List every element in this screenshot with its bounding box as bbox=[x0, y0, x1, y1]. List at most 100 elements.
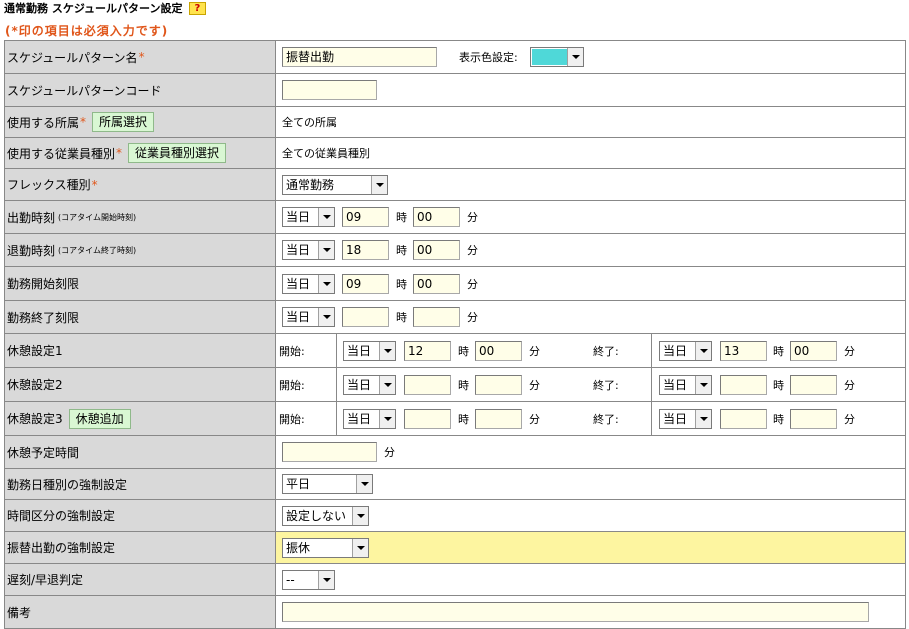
late-early-value: -- bbox=[286, 572, 295, 587]
display-color-select[interactable] bbox=[530, 47, 584, 67]
chevron-down-icon bbox=[318, 308, 334, 326]
end-hour-input[interactable]: 18 bbox=[342, 240, 389, 260]
hour-unit: 時 bbox=[773, 344, 784, 358]
day-value: 当日 bbox=[347, 343, 372, 358]
break-1-end-hour-input[interactable]: 13 bbox=[720, 340, 767, 361]
start-time-note: (コアタイム開始時刻) bbox=[58, 212, 137, 222]
work-start-minute-input[interactable]: 00 bbox=[413, 273, 460, 294]
hour-unit: 時 bbox=[396, 311, 407, 324]
break-1-start-hour-input[interactable]: 12 bbox=[404, 340, 451, 361]
break-end-label: 終了: bbox=[593, 378, 619, 392]
row-department: 使用する所属 * 所属選択 全ての所属 bbox=[5, 107, 906, 138]
chevron-down-icon bbox=[318, 570, 334, 589]
day-value: 当日 bbox=[347, 377, 372, 392]
end-time-label: 退勤時刻 bbox=[7, 243, 56, 258]
planned-break-input[interactable] bbox=[282, 442, 377, 462]
label-cell: 使用する従業員種別 * 従業員種別選択 bbox=[5, 138, 276, 168]
break-start-label: 開始: bbox=[279, 412, 305, 426]
workday-type-value: 平日 bbox=[286, 477, 311, 491]
work-end-hour-input[interactable] bbox=[342, 307, 389, 327]
chevron-down-icon bbox=[379, 341, 395, 360]
label-cell: 休憩設定3 休憩追加 bbox=[5, 402, 276, 435]
break-2-end-minute-input[interactable] bbox=[790, 374, 837, 395]
chevron-down-icon bbox=[371, 175, 387, 194]
help-button[interactable]: ? bbox=[188, 2, 207, 15]
break-2-start-day-select[interactable]: 当日 bbox=[343, 374, 396, 395]
hour-unit: 時 bbox=[396, 277, 407, 291]
break-3-end-hour-input[interactable] bbox=[720, 408, 767, 429]
value-cell: 振替出勤 表示色設定: bbox=[276, 41, 905, 73]
chevron-down-icon bbox=[379, 375, 395, 394]
department-label: 使用する所属 bbox=[7, 115, 80, 130]
break-1-start-day-select[interactable]: 当日 bbox=[343, 340, 396, 361]
value-cell: 平日 bbox=[276, 469, 905, 499]
required-mark: * bbox=[138, 50, 145, 64]
minute-unit: 分 bbox=[467, 277, 478, 291]
add-break-button[interactable]: 休憩追加 bbox=[68, 408, 131, 429]
end-day-select[interactable]: 当日 bbox=[282, 240, 335, 260]
end-minute-input[interactable]: 00 bbox=[413, 240, 460, 260]
break-1-start-minute-input[interactable]: 00 bbox=[475, 340, 522, 361]
value-cell: -- bbox=[276, 564, 905, 595]
break-1-end-day-select[interactable]: 当日 bbox=[659, 340, 712, 361]
day-value: 当日 bbox=[286, 243, 311, 257]
break-3-end-minute-input[interactable] bbox=[790, 408, 837, 429]
hour-unit: 時 bbox=[458, 412, 469, 426]
start-minute-input[interactable]: 00 bbox=[413, 207, 460, 227]
required-mark: * bbox=[91, 177, 98, 192]
remarks-input[interactable] bbox=[282, 602, 869, 622]
substitute-select[interactable]: 振休 bbox=[282, 537, 369, 558]
break-2-start-minute-input[interactable] bbox=[475, 374, 522, 395]
row-start-time: 出勤時刻 (コアタイム開始時刻) 当日 09 時 00 分 bbox=[5, 201, 906, 234]
row-time-category: 時間区分の強制設定 設定しない bbox=[5, 500, 906, 532]
break-end-label: 終了: bbox=[593, 412, 619, 426]
label-cell: フレックス種別 * bbox=[5, 169, 276, 200]
time-category-select[interactable]: 設定しない bbox=[282, 505, 369, 526]
chevron-down-icon bbox=[352, 538, 368, 557]
break-2-label: 休憩設定2 bbox=[7, 378, 63, 392]
value-cell: 当日 時 分 bbox=[276, 301, 905, 333]
row-employee-type: 使用する従業員種別 * 従業員種別選択 全ての従業員種別 bbox=[5, 138, 906, 169]
department-select-button[interactable]: 所属選択 bbox=[92, 112, 155, 132]
break-2-end-day-select[interactable]: 当日 bbox=[659, 374, 712, 395]
hour-unit: 時 bbox=[458, 344, 469, 358]
work-start-hour-input[interactable]: 09 bbox=[342, 273, 389, 294]
late-early-select[interactable]: -- bbox=[282, 569, 335, 590]
value-cell: 開始: 当日 時 分 終了: 当日 時 分 bbox=[276, 368, 905, 401]
pattern-code-label: スケジュールパターンコード bbox=[7, 83, 162, 98]
pattern-code-input[interactable] bbox=[282, 80, 377, 100]
break-3-start-hour-input[interactable] bbox=[404, 408, 451, 429]
break-3-start-day-select[interactable]: 当日 bbox=[343, 408, 396, 429]
workday-type-select[interactable]: 平日 bbox=[282, 474, 373, 494]
break-2-end-hour-input[interactable] bbox=[720, 374, 767, 395]
flex-type-select[interactable]: 通常勤務 bbox=[282, 174, 388, 195]
start-day-select[interactable]: 当日 bbox=[282, 207, 335, 227]
row-pattern-name: スケジュールパターン名 * 振替出勤 表示色設定: bbox=[5, 41, 906, 74]
break-3-start-minute-input[interactable] bbox=[475, 408, 522, 429]
value-cell: 開始: 当日 時 分 終了: 当日 時 分 bbox=[276, 402, 905, 435]
hour-unit: 時 bbox=[396, 211, 407, 224]
pattern-name-input[interactable]: 振替出勤 bbox=[282, 47, 437, 67]
flex-type-value: 通常勤務 bbox=[286, 177, 335, 192]
break-1-end-minute-input[interactable]: 00 bbox=[790, 340, 837, 361]
chevron-down-icon bbox=[379, 409, 395, 428]
work-start-day-select[interactable]: 当日 bbox=[282, 273, 335, 294]
row-late-early: 遅刻/早退判定 -- bbox=[5, 564, 906, 596]
label-cell: 使用する所属 * 所属選択 bbox=[5, 107, 276, 137]
break-start-label: 開始: bbox=[279, 344, 305, 358]
minute-unit: 分 bbox=[844, 344, 855, 358]
employee-type-select-button[interactable]: 従業員種別選択 bbox=[128, 143, 227, 163]
chevron-down-icon bbox=[695, 409, 711, 428]
label-cell: スケジュールパターン名 * bbox=[5, 41, 276, 73]
break-2-start-hour-input[interactable] bbox=[404, 374, 451, 395]
value-cell bbox=[276, 596, 905, 628]
hour-unit: 時 bbox=[773, 378, 784, 392]
break-3-end-day-select[interactable]: 当日 bbox=[659, 408, 712, 429]
start-hour-input[interactable]: 09 bbox=[342, 207, 389, 227]
label-cell: 備考 bbox=[5, 596, 276, 628]
chevron-down-icon bbox=[695, 375, 711, 394]
work-end-minute-input[interactable] bbox=[413, 307, 460, 327]
work-end-day-select[interactable]: 当日 bbox=[282, 307, 335, 327]
day-value: 当日 bbox=[663, 377, 688, 392]
label-cell: 出勤時刻 (コアタイム開始時刻) bbox=[5, 201, 276, 233]
